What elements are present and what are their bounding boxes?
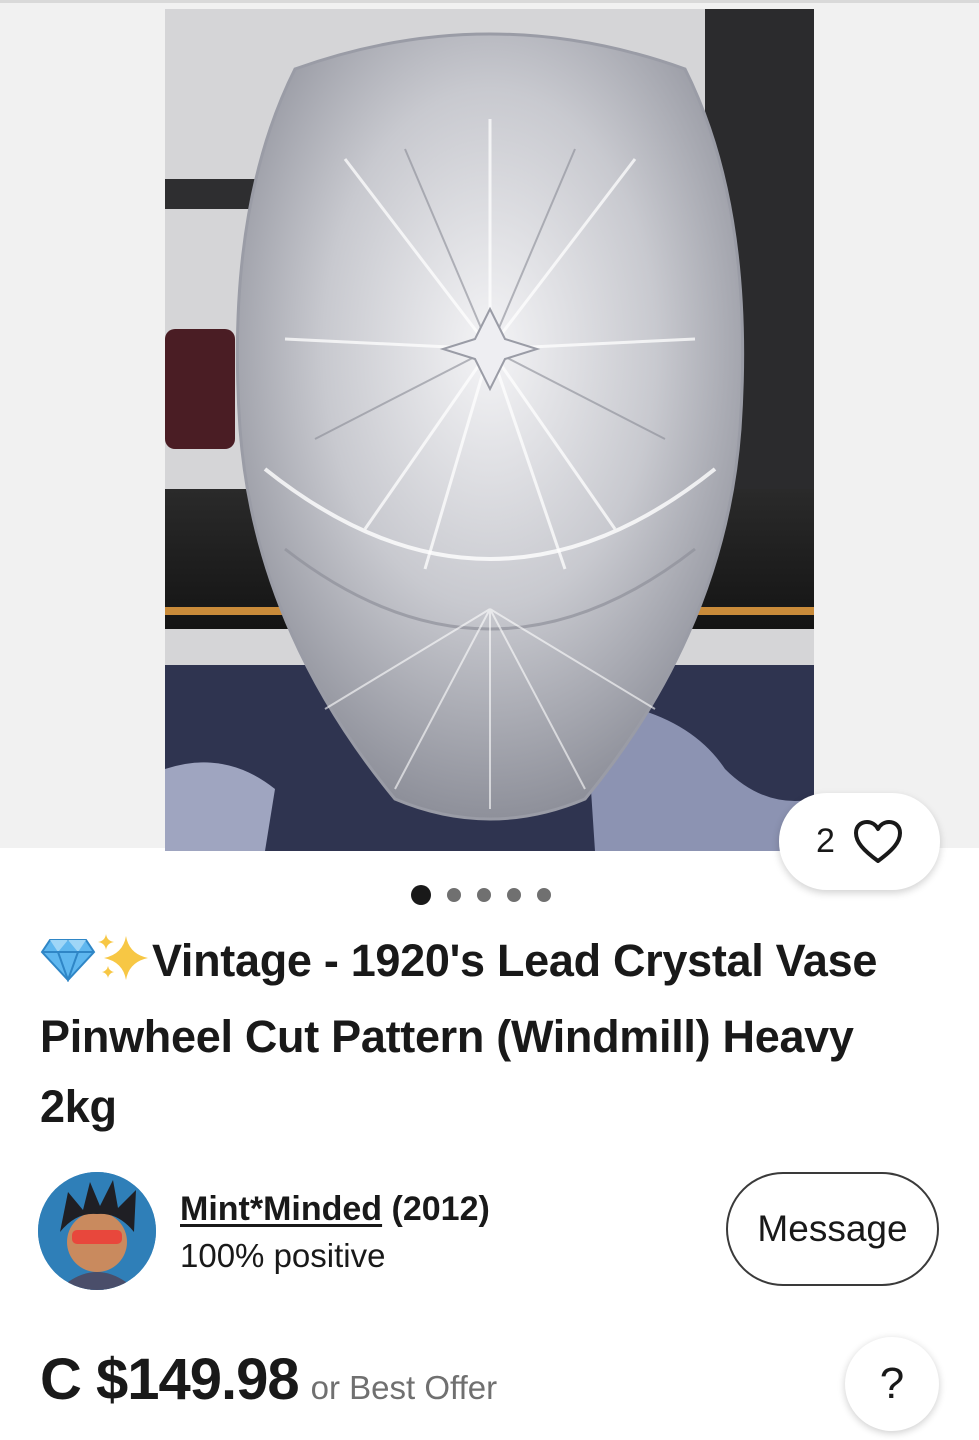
gem-icon — [40, 932, 96, 1002]
price-row: C $149.98 or Best Offer — [40, 1346, 497, 1413]
carousel-dot[interactable] — [476, 888, 491, 902]
price-amount: C $149.98 — [40, 1347, 300, 1412]
watch-count: 2 — [816, 822, 835, 860]
image-carousel-dots — [0, 884, 979, 906]
seller-feedback-percent: 100% positive — [180, 1237, 386, 1274]
seller-info: Mint*Minded (2012) 100% positive — [180, 1186, 490, 1280]
seller-avatar[interactable] — [38, 1172, 156, 1290]
message-seller-button[interactable]: Message — [726, 1172, 939, 1286]
carousel-dot-active[interactable] — [410, 885, 431, 905]
sparkles-icon — [96, 932, 152, 1002]
product-photo[interactable] — [165, 9, 814, 851]
carousel-dot[interactable] — [446, 888, 461, 902]
carousel-dot[interactable] — [536, 888, 551, 902]
listing-page: 2 Vintage - 1920's Lead Crystal Vase Pin… — [0, 0, 979, 1440]
image-gallery[interactable]: 2 — [0, 0, 979, 890]
seller-line: Mint*Minded (2012) — [180, 1186, 490, 1232]
carousel-dot[interactable] — [506, 888, 521, 902]
best-offer-text: or Best Offer — [310, 1369, 498, 1406]
listing-title: Vintage - 1920's Lead Crystal Vase Pinwh… — [40, 926, 940, 1142]
seller-name-link[interactable]: Mint*Minded — [180, 1190, 382, 1228]
listing-title-text: Vintage - 1920's Lead Crystal Vase Pinwh… — [40, 935, 878, 1132]
heart-icon — [853, 819, 903, 865]
help-button[interactable]: ? — [845, 1337, 939, 1431]
watchlist-button[interactable]: 2 — [779, 793, 940, 890]
seller-feedback-score: (2012) — [391, 1190, 490, 1228]
